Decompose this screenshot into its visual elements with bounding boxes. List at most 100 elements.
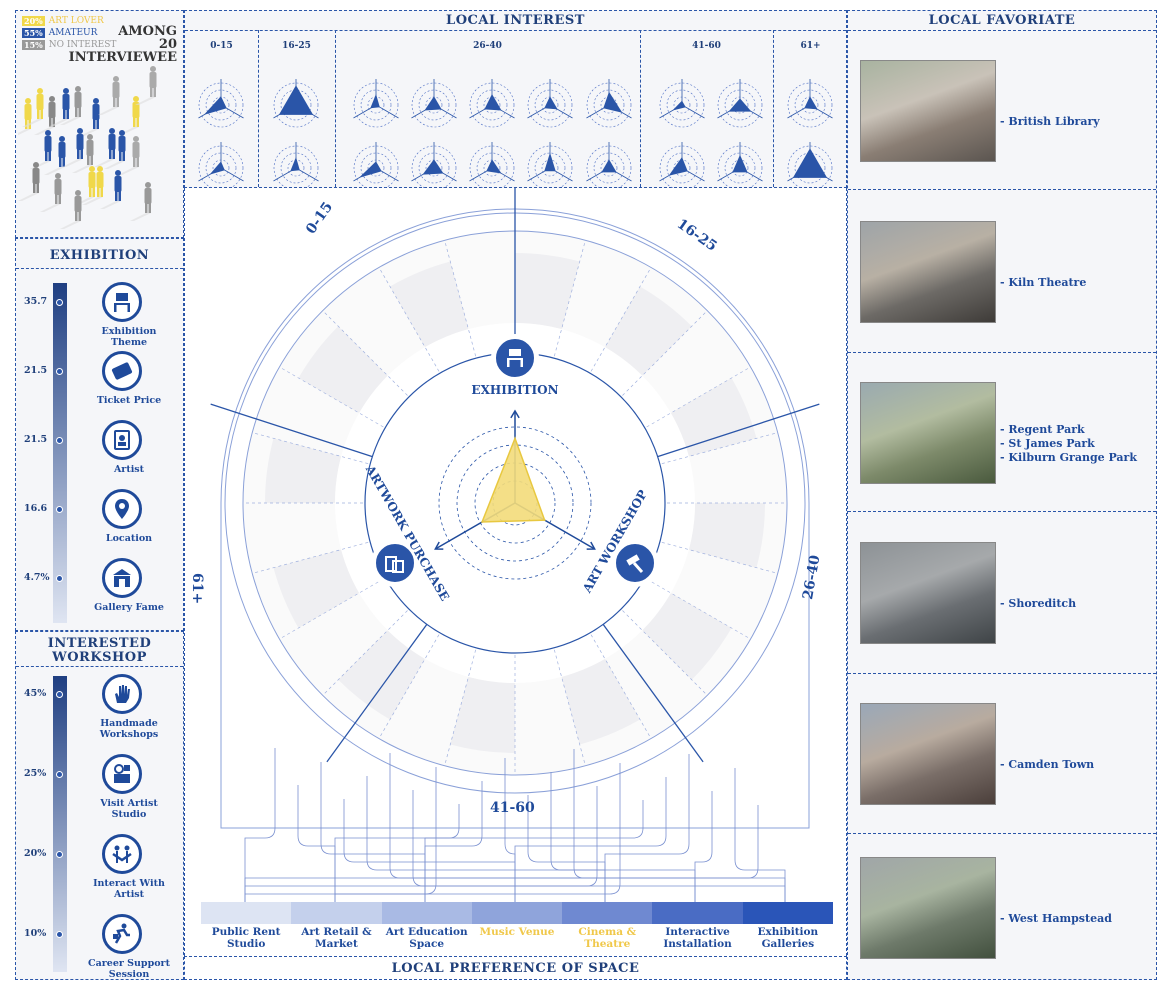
sector-label: 41-60 xyxy=(490,800,535,816)
mini-radar xyxy=(411,142,457,190)
scale-marker xyxy=(56,575,63,582)
label-line: Cinema & xyxy=(578,926,637,938)
workshop-title: INTERESTED WORKSHOP xyxy=(16,637,183,665)
place-photo xyxy=(860,381,996,484)
space-bar-segment xyxy=(291,902,382,924)
place-name: - Kiln Theatre xyxy=(1000,275,1087,289)
career-icon xyxy=(113,923,130,944)
place-name: - Regent Park xyxy=(1000,422,1085,436)
workshop-title-line1: INTERESTED xyxy=(47,636,152,651)
scale-marker xyxy=(56,506,63,513)
icon-badge xyxy=(102,351,142,391)
connector-line xyxy=(297,785,336,902)
mini-radar xyxy=(198,142,244,190)
label-line: Location xyxy=(105,533,153,544)
studio-icon xyxy=(114,764,130,783)
label-line: Galleries xyxy=(761,938,815,950)
space-bar-segment xyxy=(471,902,563,924)
label-line: Music Venue xyxy=(479,926,555,938)
scale-marker xyxy=(56,437,63,444)
space-bar-segment xyxy=(381,902,472,924)
space-bar-label: Music Venue xyxy=(472,926,562,938)
icon-label: Interact With Artist xyxy=(82,878,176,900)
label-line: Art Retail & xyxy=(301,926,372,938)
axis-label-exhibition: EXHIBITION xyxy=(471,383,559,397)
place-names: - West Hampstead xyxy=(1000,912,1112,926)
scale-marker xyxy=(56,299,63,306)
place-photo xyxy=(860,703,996,805)
icon-badge xyxy=(102,914,142,954)
local-interest-panel: LOCAL INTEREST 0-15 16-25 26-40 41-60 61+ xyxy=(184,10,847,190)
label-line: Market xyxy=(315,938,358,950)
connector-line xyxy=(550,772,696,902)
place-name: - British Library xyxy=(1000,114,1100,128)
icon-badge xyxy=(102,754,142,794)
hand-icon xyxy=(115,685,130,703)
space-bar-label: Interactive Installation xyxy=(652,926,742,950)
legend-swatch: 20% xyxy=(22,16,45,26)
icon-label: Location xyxy=(82,533,176,544)
place-name: - Kilburn Grange Park xyxy=(1000,450,1137,464)
place-name: - Camden Town xyxy=(1000,758,1095,771)
workshop-panel: INTERESTED WORKSHOP 45% Handmade Workshops… xyxy=(15,631,184,980)
mini-radar xyxy=(659,79,705,128)
place-photo xyxy=(860,220,996,323)
row-divider xyxy=(848,352,1156,353)
space-bar-segment xyxy=(562,902,653,924)
mini-radar xyxy=(787,79,833,128)
label-line: Handmade xyxy=(100,718,158,729)
legend-swatch: 15% xyxy=(22,40,45,50)
label-line: Visit Artist Studio xyxy=(100,798,158,820)
icon-label: Career Support Session xyxy=(82,958,176,980)
scale-marker xyxy=(56,851,63,858)
mini-radar xyxy=(659,142,705,190)
label-line: Career Support xyxy=(88,958,170,969)
place-photo xyxy=(860,59,996,162)
label-line: Session xyxy=(108,969,150,980)
sector-label: 61+ xyxy=(189,573,205,605)
space-bar-label: Exhibition Galleries xyxy=(743,926,833,950)
icon-label: Visit Artist Studio xyxy=(82,798,176,820)
place-names: - Regent Park - St James Park - Kilburn Gr… xyxy=(1000,423,1137,465)
mini-radar xyxy=(586,142,632,190)
label-line: Art Education xyxy=(385,926,468,938)
among-heading: AMONG 20 INTERVIEWEE xyxy=(69,25,177,64)
mini-radar xyxy=(469,79,515,128)
label-line: Studio xyxy=(226,938,266,950)
exhibition-title: EXHIBITION xyxy=(49,248,150,263)
gallery-icon xyxy=(113,569,131,587)
connector-line xyxy=(320,762,426,902)
label-line: Theatre xyxy=(584,938,631,950)
space-bar xyxy=(201,902,833,924)
mini-radar xyxy=(411,79,457,128)
icon-badge xyxy=(102,282,142,322)
title-divider xyxy=(16,666,183,667)
mini-radar xyxy=(273,142,319,190)
space-preference-footer: LOCAL PREFERENCE OF SPACE xyxy=(184,956,847,980)
connector-line xyxy=(334,804,460,902)
connector-line xyxy=(504,758,516,902)
connector-line xyxy=(334,763,621,902)
icon-badge xyxy=(102,489,142,529)
row-divider xyxy=(848,673,1156,674)
label-line: Workshops xyxy=(99,729,159,740)
person-figure xyxy=(60,190,82,229)
person-figure xyxy=(118,96,140,135)
row-divider xyxy=(848,833,1156,834)
ticket-icon xyxy=(111,362,133,380)
label-line: Artist xyxy=(113,464,145,475)
person-figure xyxy=(30,130,52,169)
scale-marker xyxy=(56,931,63,938)
mini-radar xyxy=(469,142,515,190)
exhibition-theme-icon xyxy=(114,293,130,312)
place-name: - West Hampstead xyxy=(1000,912,1112,925)
local-favorite-title: LOCAL FAVORIATE xyxy=(928,13,1076,28)
person-figure xyxy=(40,173,62,212)
icon-label: Handmade Workshops xyxy=(82,718,176,740)
icon-badge xyxy=(102,674,142,714)
mini-radar xyxy=(787,142,833,190)
connector-line xyxy=(694,791,713,902)
scale-value: 4.7% xyxy=(24,572,50,583)
connector-line xyxy=(573,749,786,902)
place-name: - St James Park xyxy=(1000,436,1095,450)
